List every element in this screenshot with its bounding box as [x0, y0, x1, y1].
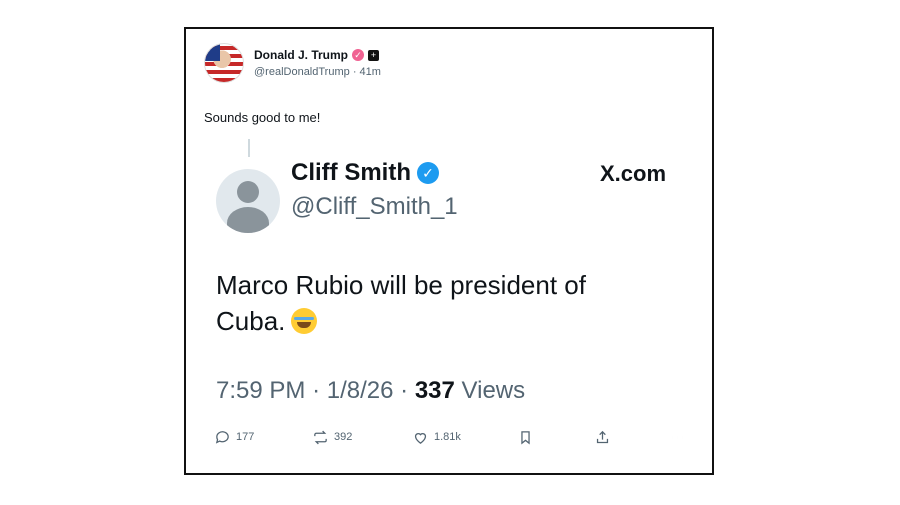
quoted-author-name[interactable]: Cliff Smith: [291, 159, 411, 187]
heart-icon: [414, 432, 427, 444]
quoted-avatar[interactable]: [216, 169, 280, 233]
separator-dot: ·: [352, 66, 360, 78]
plus-badge-icon: +: [368, 49, 380, 61]
quoted-date: 1/8/26: [326, 377, 394, 404]
avatar[interactable]: [204, 43, 244, 83]
separator-dot: ·: [312, 377, 327, 404]
post-text: Sounds good to me!: [204, 110, 321, 125]
author-handle[interactable]: @realDonaldTrump: [254, 66, 350, 78]
default-avatar-head-icon: [237, 181, 259, 203]
quoted-name-row: Cliff Smith ✓: [291, 159, 439, 187]
author-name[interactable]: Donald J. Trump: [254, 48, 348, 62]
views-label: Views: [461, 377, 526, 404]
quoted-text-content: Marco Rubio will be president of Cuba.: [216, 270, 586, 336]
share-button[interactable]: [594, 429, 611, 446]
views-count: 337: [414, 377, 455, 404]
repost-icon: [314, 430, 327, 444]
quoted-author-handle[interactable]: @Cliff_Smith_1: [291, 193, 458, 221]
more-icon: [672, 435, 683, 439]
more-button[interactable]: [669, 429, 686, 446]
quoted-time: 7:59 PM: [216, 377, 306, 404]
verified-check-icon: ✓: [417, 162, 439, 184]
source-label: X.com: [600, 161, 667, 186]
handle-row: @realDonaldTrump · 41m: [254, 66, 381, 78]
bookmark-button[interactable]: [517, 429, 534, 446]
like-count: 1.81k: [434, 431, 461, 443]
quoted-meta: 7:59 PM · 1/8/26 · 337 Views: [216, 377, 525, 405]
reply-count: 177: [236, 431, 255, 443]
name-row: Donald J. Trump ✓ +: [254, 48, 381, 62]
default-avatar-body-icon: [227, 207, 269, 233]
share-icon: [596, 430, 609, 443]
post-time: 41m: [359, 66, 381, 78]
verified-badge-icon: ✓: [352, 49, 365, 61]
bookmark-icon: [521, 430, 530, 444]
repost-button[interactable]: 392: [312, 429, 352, 446]
reply-icon: [215, 430, 229, 444]
quoted-text: Marco Rubio will be president of Cuba.: [216, 267, 656, 339]
separator-dot: ·: [400, 377, 415, 404]
post-card: Donald J. Trump ✓ + @realDonaldTrump · 4…: [184, 27, 714, 475]
reply-button[interactable]: 177: [214, 429, 254, 446]
like-button[interactable]: 1.81k: [412, 429, 461, 446]
repost-count: 392: [334, 431, 353, 443]
author-info: Donald J. Trump ✓ + @realDonaldTrump · 4…: [254, 48, 381, 78]
post-header: Donald J. Trump ✓ + @realDonaldTrump · 4…: [204, 43, 381, 83]
laughing-tears-emoji-icon: [291, 308, 318, 334]
thread-line: [248, 139, 250, 157]
